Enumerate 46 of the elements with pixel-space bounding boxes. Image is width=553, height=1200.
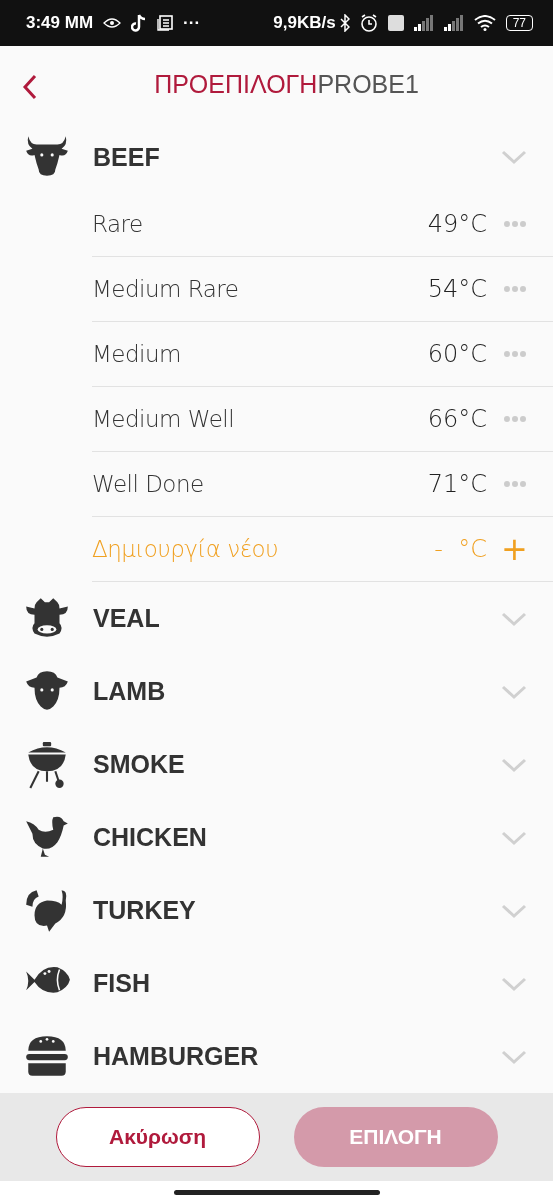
category-title[interactable]: TURKEY (93, 896, 196, 924)
preset-temperature: 49°C (427, 210, 487, 238)
chevron-down-icon[interactable] (501, 756, 527, 773)
signal-icon (413, 15, 434, 31)
more-icon[interactable] (503, 415, 527, 423)
chevron-down-icon[interactable] (501, 149, 527, 165)
category-title[interactable]: SMOKE (93, 750, 185, 778)
bluetooth-icon (339, 14, 350, 32)
network-speed: 9,9KB/s (273, 13, 336, 33)
document-icon (157, 15, 174, 31)
category-title[interactable]: HAMBURGER (93, 1042, 259, 1070)
preset-temperature: 71°C (427, 470, 487, 498)
chevron-down-icon[interactable] (501, 829, 527, 846)
more-indicator: ··· (183, 13, 201, 33)
wifi-icon (473, 15, 496, 31)
chevron-down-icon[interactable] (501, 975, 527, 992)
more-icon[interactable] (503, 350, 527, 358)
battery-indicator: 77 (505, 15, 533, 31)
category-title[interactable]: VEAL (93, 604, 160, 632)
status-time: 3:49 MM (26, 13, 94, 33)
category-title[interactable]: CHICKEN (93, 823, 207, 851)
category-title[interactable]: LAMB (93, 677, 166, 705)
category-title[interactable]: BEEF (93, 142, 160, 171)
preset-temperature: - °C (434, 535, 487, 563)
page-title: ΠΡΟΕΠΙΛΟΓΗPROBE1 (154, 69, 419, 99)
eye-icon (103, 17, 122, 29)
preset-name[interactable]: Medium (92, 341, 428, 367)
chevron-down-icon[interactable] (501, 683, 527, 700)
chevron-down-icon[interactable] (501, 610, 527, 627)
more-icon[interactable] (503, 220, 527, 228)
preset-temperature: 54°C (427, 275, 487, 303)
cancel-button[interactable]: Ακύρωση (55, 1107, 260, 1167)
preset-name[interactable]: Rare (92, 211, 428, 237)
music-note-icon (131, 14, 148, 32)
chevron-down-icon[interactable] (501, 1048, 527, 1065)
preset-temperature: 66°C (427, 405, 487, 433)
preset-name[interactable]: Well Done (92, 471, 428, 497)
preset-temperature: 60°C (427, 340, 487, 368)
alarm-icon (359, 14, 378, 32)
more-icon[interactable] (503, 480, 527, 488)
preset-name[interactable]: Medium Rare (92, 276, 428, 302)
more-icon[interactable] (503, 285, 527, 293)
preset-name[interactable]: Medium Well (92, 406, 428, 432)
signal-icon (443, 15, 464, 31)
chevron-down-icon[interactable] (501, 902, 527, 919)
category-title[interactable]: FISH (93, 969, 150, 997)
